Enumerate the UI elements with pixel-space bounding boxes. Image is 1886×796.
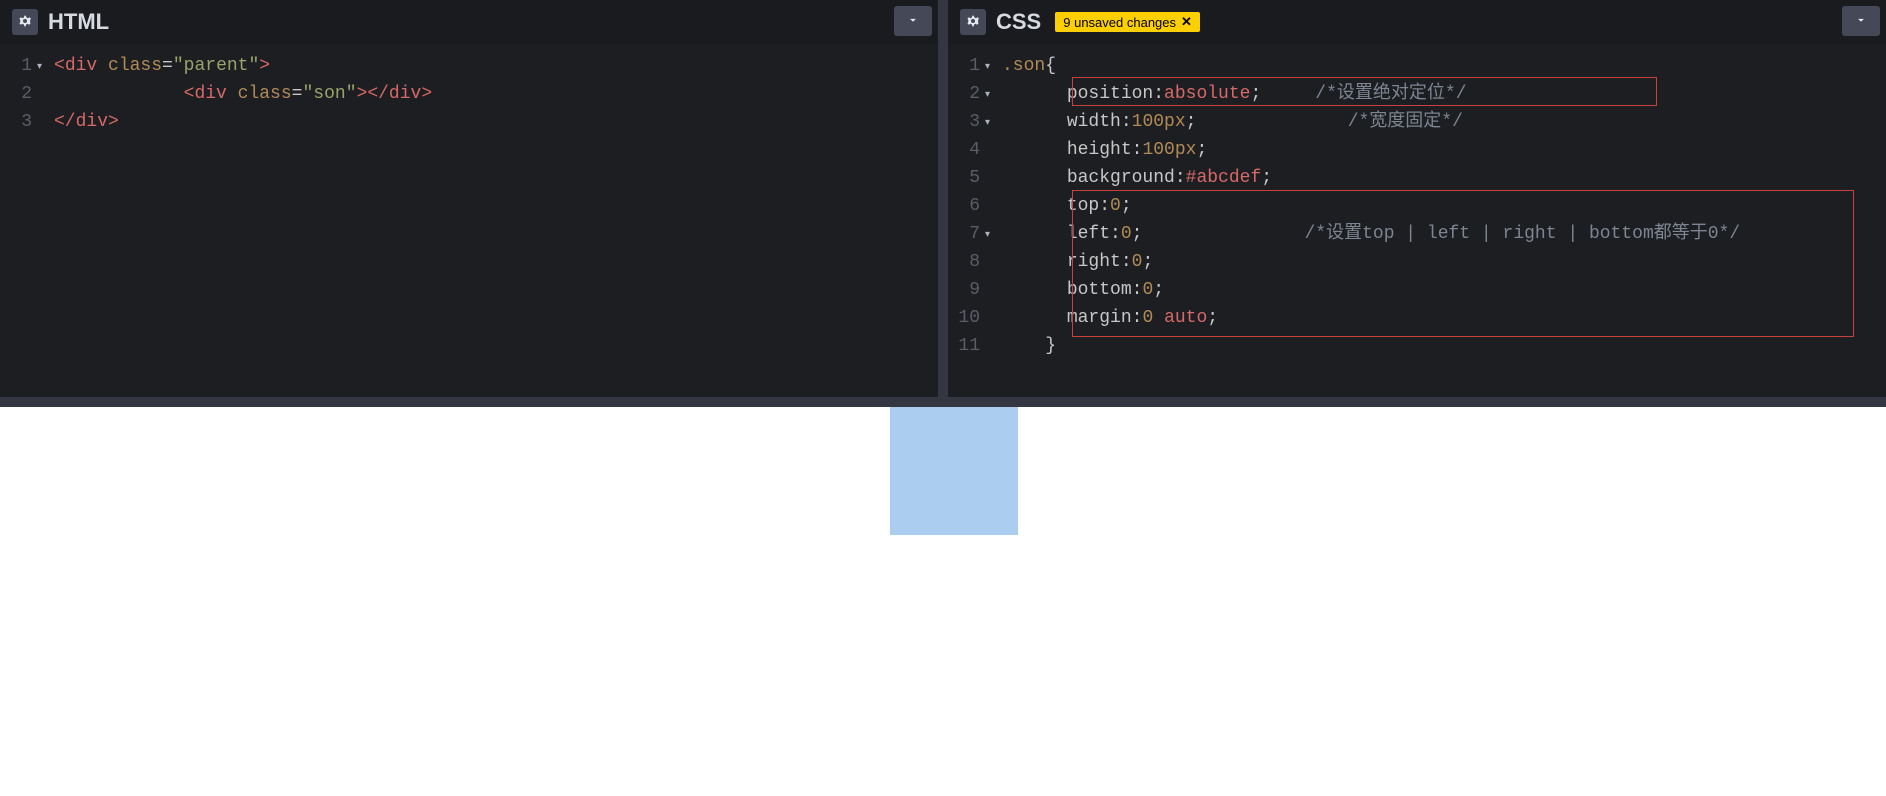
css-editor[interactable]: 1234567891011 .son{ position:absolute; /… xyxy=(948,44,1886,397)
css-gutter: 1234567891011 xyxy=(948,52,988,397)
preview-pane xyxy=(0,407,1886,796)
line-number: 11 xyxy=(948,332,980,360)
code-line[interactable]: </div> xyxy=(54,108,938,136)
code-line[interactable]: margin:0 auto; xyxy=(1002,304,1886,332)
code-line[interactable]: width:100px; /*宽度固定*/ xyxy=(1002,108,1886,136)
close-icon[interactable]: ✕ xyxy=(1181,14,1192,30)
code-line[interactable]: position:absolute; /*设置绝对定位*/ xyxy=(1002,80,1886,108)
code-line[interactable]: top:0; xyxy=(1002,192,1886,220)
html-panel-title: HTML xyxy=(48,9,109,35)
code-line[interactable]: right:0; xyxy=(1002,248,1886,276)
css-settings-button[interactable] xyxy=(960,9,986,35)
line-number: 10 xyxy=(948,304,980,332)
css-panel: CSS 9 unsaved changes ✕ 1234567891011 .s… xyxy=(948,0,1886,397)
editor-panes: HTML 123 <div class="parent"> <div class… xyxy=(0,0,1886,397)
html-editor[interactable]: 123 <div class="parent"> <div class="son… xyxy=(0,44,938,397)
code-line[interactable]: .son{ xyxy=(1002,52,1886,80)
line-number: 3 xyxy=(0,108,32,136)
html-code[interactable]: <div class="parent"> <div class="son"></… xyxy=(40,52,938,397)
preview-son-box xyxy=(890,407,1018,535)
line-number: 4 xyxy=(948,136,980,164)
line-number: 5 xyxy=(948,164,980,192)
line-number: 6 xyxy=(948,192,980,220)
line-number: 2 xyxy=(948,80,980,108)
line-number: 9 xyxy=(948,276,980,304)
line-number: 8 xyxy=(948,248,980,276)
chevron-down-icon xyxy=(1854,13,1868,30)
code-line[interactable]: left:0; /*设置top | left | right | bottom都… xyxy=(1002,220,1886,248)
html-dropdown-button[interactable] xyxy=(894,6,932,36)
css-panel-header: CSS 9 unsaved changes ✕ xyxy=(948,0,1886,44)
code-line[interactable]: background:#abcdef; xyxy=(1002,164,1886,192)
chevron-down-icon xyxy=(906,13,920,30)
line-number: 2 xyxy=(0,80,32,108)
panel-divider[interactable] xyxy=(0,397,1886,407)
code-line[interactable]: <div class="parent"> xyxy=(54,52,938,80)
line-number: 7 xyxy=(948,220,980,248)
html-panel-header: HTML xyxy=(0,0,938,44)
html-gutter: 123 xyxy=(0,52,40,397)
code-line[interactable]: } xyxy=(1002,332,1886,360)
gear-icon xyxy=(17,13,33,32)
unsaved-changes-badge[interactable]: 9 unsaved changes ✕ xyxy=(1055,12,1200,32)
unsaved-badge-text: 9 unsaved changes xyxy=(1063,15,1176,30)
code-line[interactable]: height:100px; xyxy=(1002,136,1886,164)
css-code[interactable]: .son{ position:absolute; /*设置绝对定位*/ widt… xyxy=(988,52,1886,397)
gear-icon xyxy=(965,13,981,32)
line-number: 3 xyxy=(948,108,980,136)
html-settings-button[interactable] xyxy=(12,9,38,35)
html-panel: HTML 123 <div class="parent"> <div class… xyxy=(0,0,938,397)
code-line[interactable]: <div class="son"></div> xyxy=(54,80,938,108)
line-number: 1 xyxy=(0,52,32,80)
line-number: 1 xyxy=(948,52,980,80)
code-line[interactable]: bottom:0; xyxy=(1002,276,1886,304)
css-dropdown-button[interactable] xyxy=(1842,6,1880,36)
css-panel-title: CSS xyxy=(996,9,1041,35)
